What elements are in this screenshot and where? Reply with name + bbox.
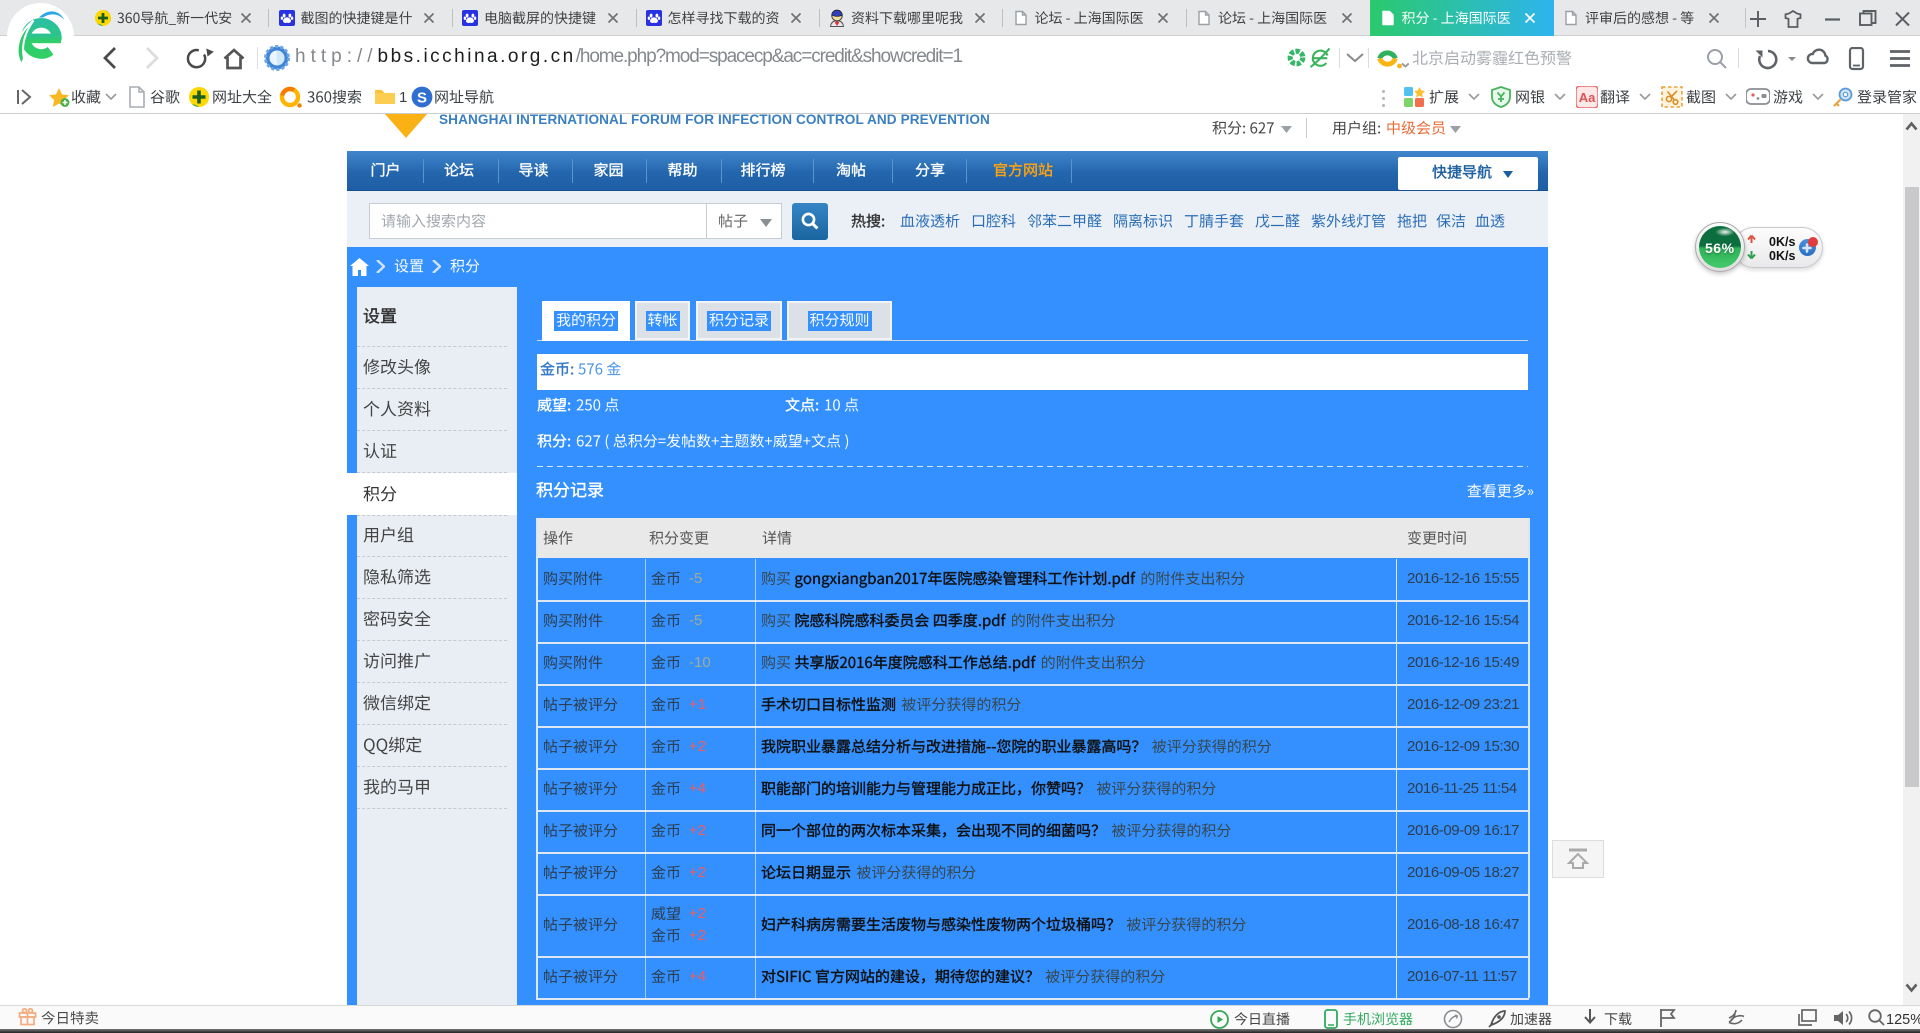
svg-text:S: S [417,90,427,107]
svg-text:Aa: Aa [1579,90,1596,105]
